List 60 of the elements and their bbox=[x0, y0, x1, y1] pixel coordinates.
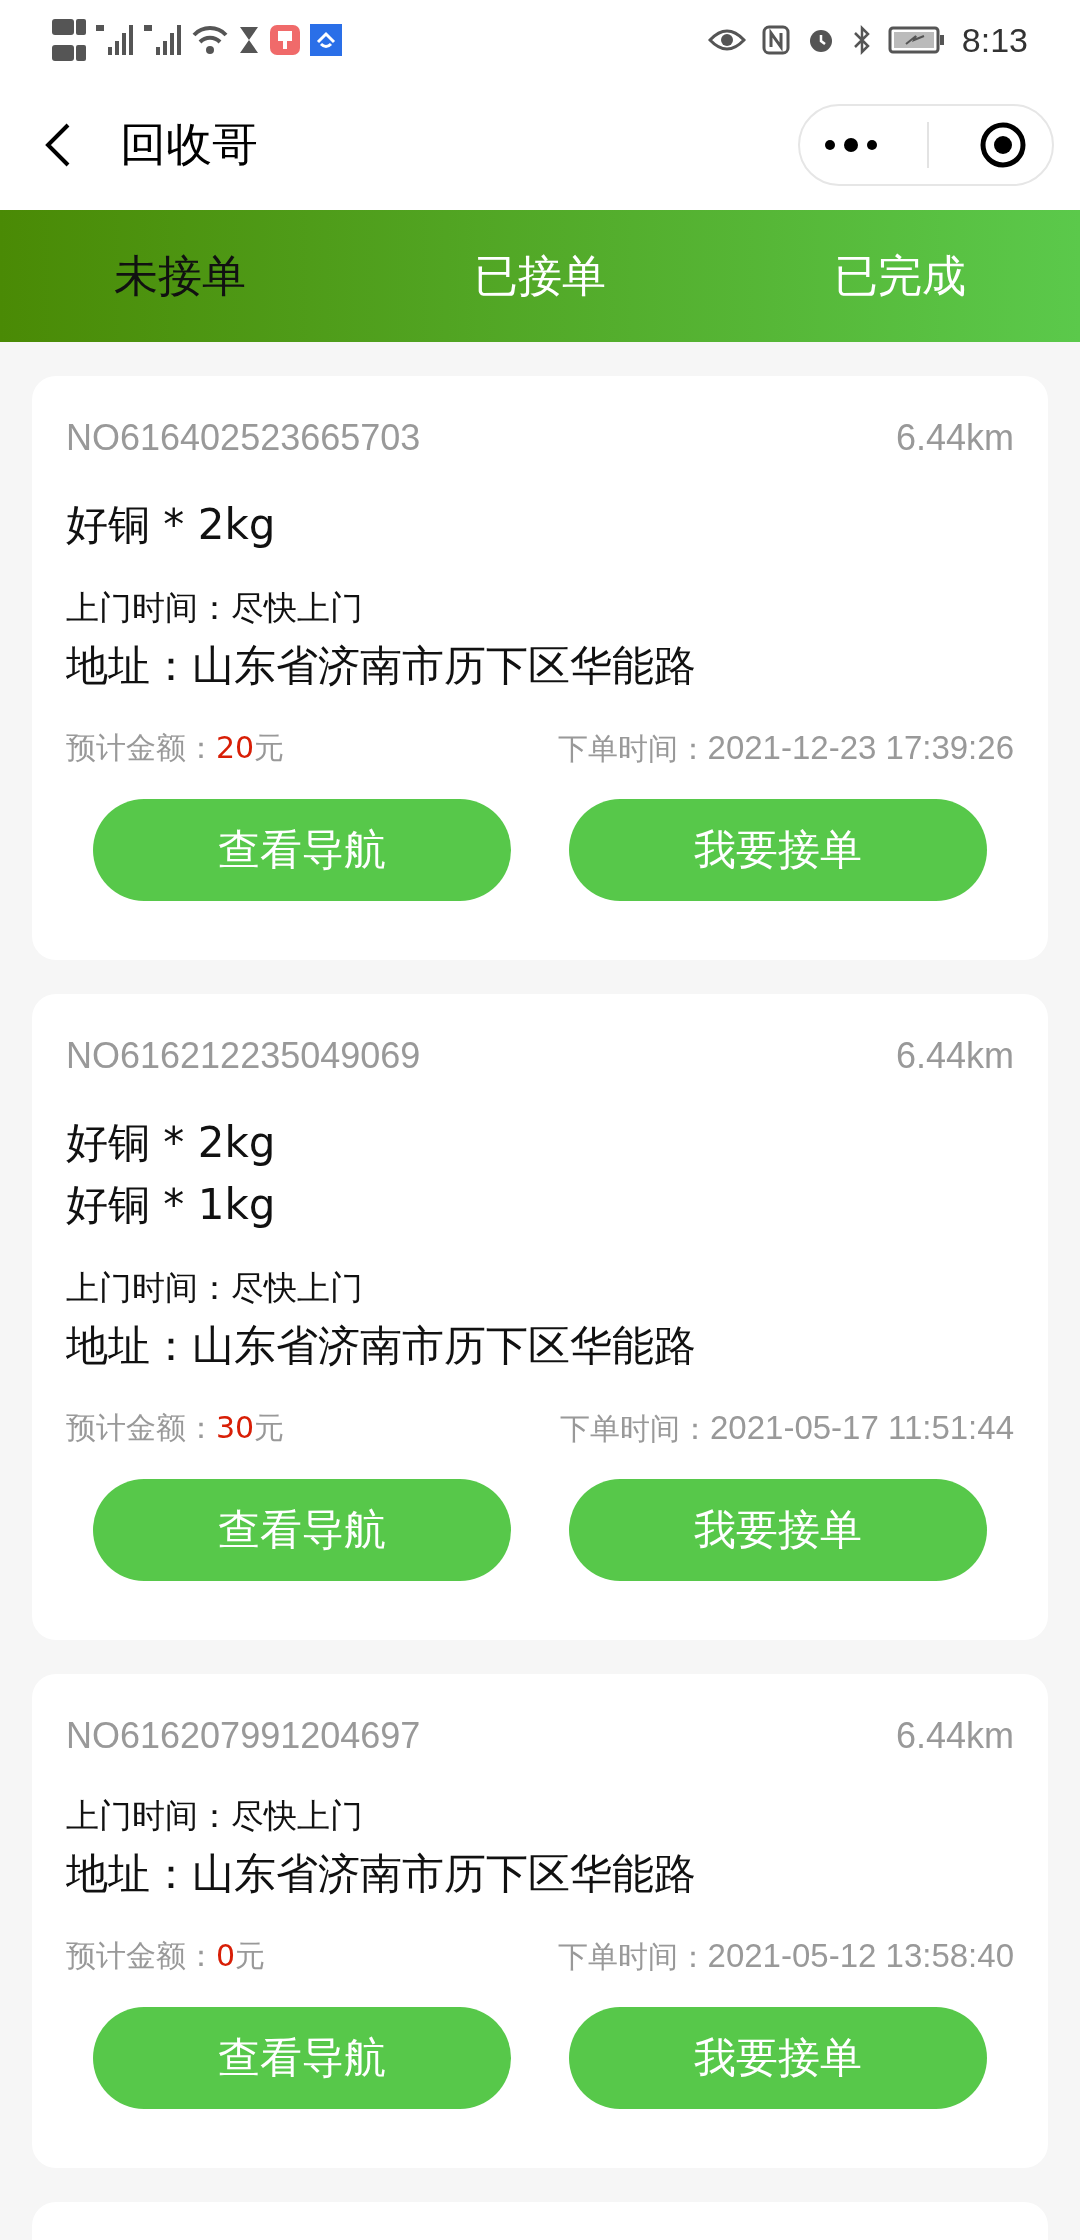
order-time: 2021-12-23 17:39:26 bbox=[707, 729, 1014, 766]
amount-unit: 元 bbox=[235, 1938, 266, 1973]
amount-unit: 元 bbox=[254, 730, 285, 765]
amount-unit: 元 bbox=[254, 1410, 285, 1445]
address-text: 山东省济南市历下区华能路 bbox=[192, 1849, 696, 1898]
bluetooth-icon bbox=[851, 24, 872, 56]
address-label: 地址： bbox=[66, 1849, 192, 1898]
action-button[interactable]: 查看导航 bbox=[93, 2007, 511, 2109]
order-number: NO616212235049069 bbox=[66, 1034, 421, 1078]
address-text: 山东省济南市历下区华能路 bbox=[192, 1321, 696, 1370]
tab[interactable]: 已接单 bbox=[360, 210, 720, 342]
hourglass-icon bbox=[238, 25, 260, 55]
order-time: 2021-05-12 13:58:40 bbox=[707, 1937, 1014, 1974]
visit-time: 尽快上门 bbox=[231, 1796, 363, 1835]
tab[interactable]: 已完成 bbox=[720, 210, 1080, 342]
order-number: NO616207991204697 bbox=[66, 1714, 421, 1758]
back-icon[interactable] bbox=[44, 121, 72, 169]
order-time-label: 下单时间： bbox=[560, 1411, 710, 1446]
more-icon[interactable] bbox=[825, 138, 877, 152]
page-title: 回收哥 bbox=[120, 116, 258, 173]
item-text: 好铜 * 2kg bbox=[66, 1117, 277, 1169]
amount-value: 0 bbox=[216, 1938, 236, 1973]
amount-value: 30 bbox=[216, 1410, 255, 1445]
status-time: 8:13 bbox=[961, 20, 1028, 60]
app-icon bbox=[270, 25, 300, 55]
action-button[interactable]: 我要接单 bbox=[569, 799, 987, 901]
app-icon bbox=[310, 24, 342, 56]
order-time: 2021-05-17 11:51:44 bbox=[710, 1409, 1014, 1446]
order-time-label: 下单时间： bbox=[557, 731, 708, 766]
action-button[interactable]: 我要接单 bbox=[569, 1479, 987, 1581]
visit-time: 尽快上门 bbox=[231, 588, 363, 627]
address-label: 地址： bbox=[66, 641, 192, 690]
item-text: 好铜 * 2kg bbox=[66, 499, 277, 551]
tab[interactable]: 未接单 bbox=[0, 210, 360, 342]
distance: 6.44km bbox=[895, 1714, 1014, 1758]
action-button[interactable]: 查看导航 bbox=[93, 799, 511, 901]
visit-label: 上门时间： bbox=[66, 588, 231, 627]
eye-icon bbox=[707, 28, 746, 52]
amount-label: 预计金额： bbox=[66, 1938, 216, 1973]
nfc-icon bbox=[761, 25, 790, 55]
address-text: 山东省济南市历下区华能路 bbox=[192, 641, 696, 690]
signal-icon bbox=[96, 23, 134, 57]
wifi-icon bbox=[192, 25, 228, 55]
signal-icon bbox=[144, 23, 182, 57]
distance: 6.44km bbox=[895, 1034, 1014, 1078]
amount-label: 预计金额： bbox=[66, 1410, 216, 1445]
visit-time: 尽快上门 bbox=[231, 1268, 363, 1307]
order-time-label: 下单时间： bbox=[557, 1939, 708, 1974]
battery-icon bbox=[887, 26, 946, 54]
amount-label: 预计金额： bbox=[66, 730, 216, 765]
action-button[interactable]: 查看导航 bbox=[93, 1479, 511, 1581]
visit-label: 上门时间： bbox=[66, 1268, 231, 1307]
action-button[interactable]: 我要接单 bbox=[569, 2007, 987, 2109]
close-target-icon[interactable] bbox=[979, 121, 1027, 169]
visit-label: 上门时间： bbox=[66, 1796, 231, 1835]
address-label: 地址： bbox=[66, 1321, 192, 1370]
item-text: 好铜 * 1kg bbox=[66, 1179, 277, 1231]
amount-value: 20 bbox=[216, 730, 255, 765]
order-number: NO616402523665703 bbox=[66, 416, 421, 460]
distance: 6.44km bbox=[895, 416, 1014, 460]
